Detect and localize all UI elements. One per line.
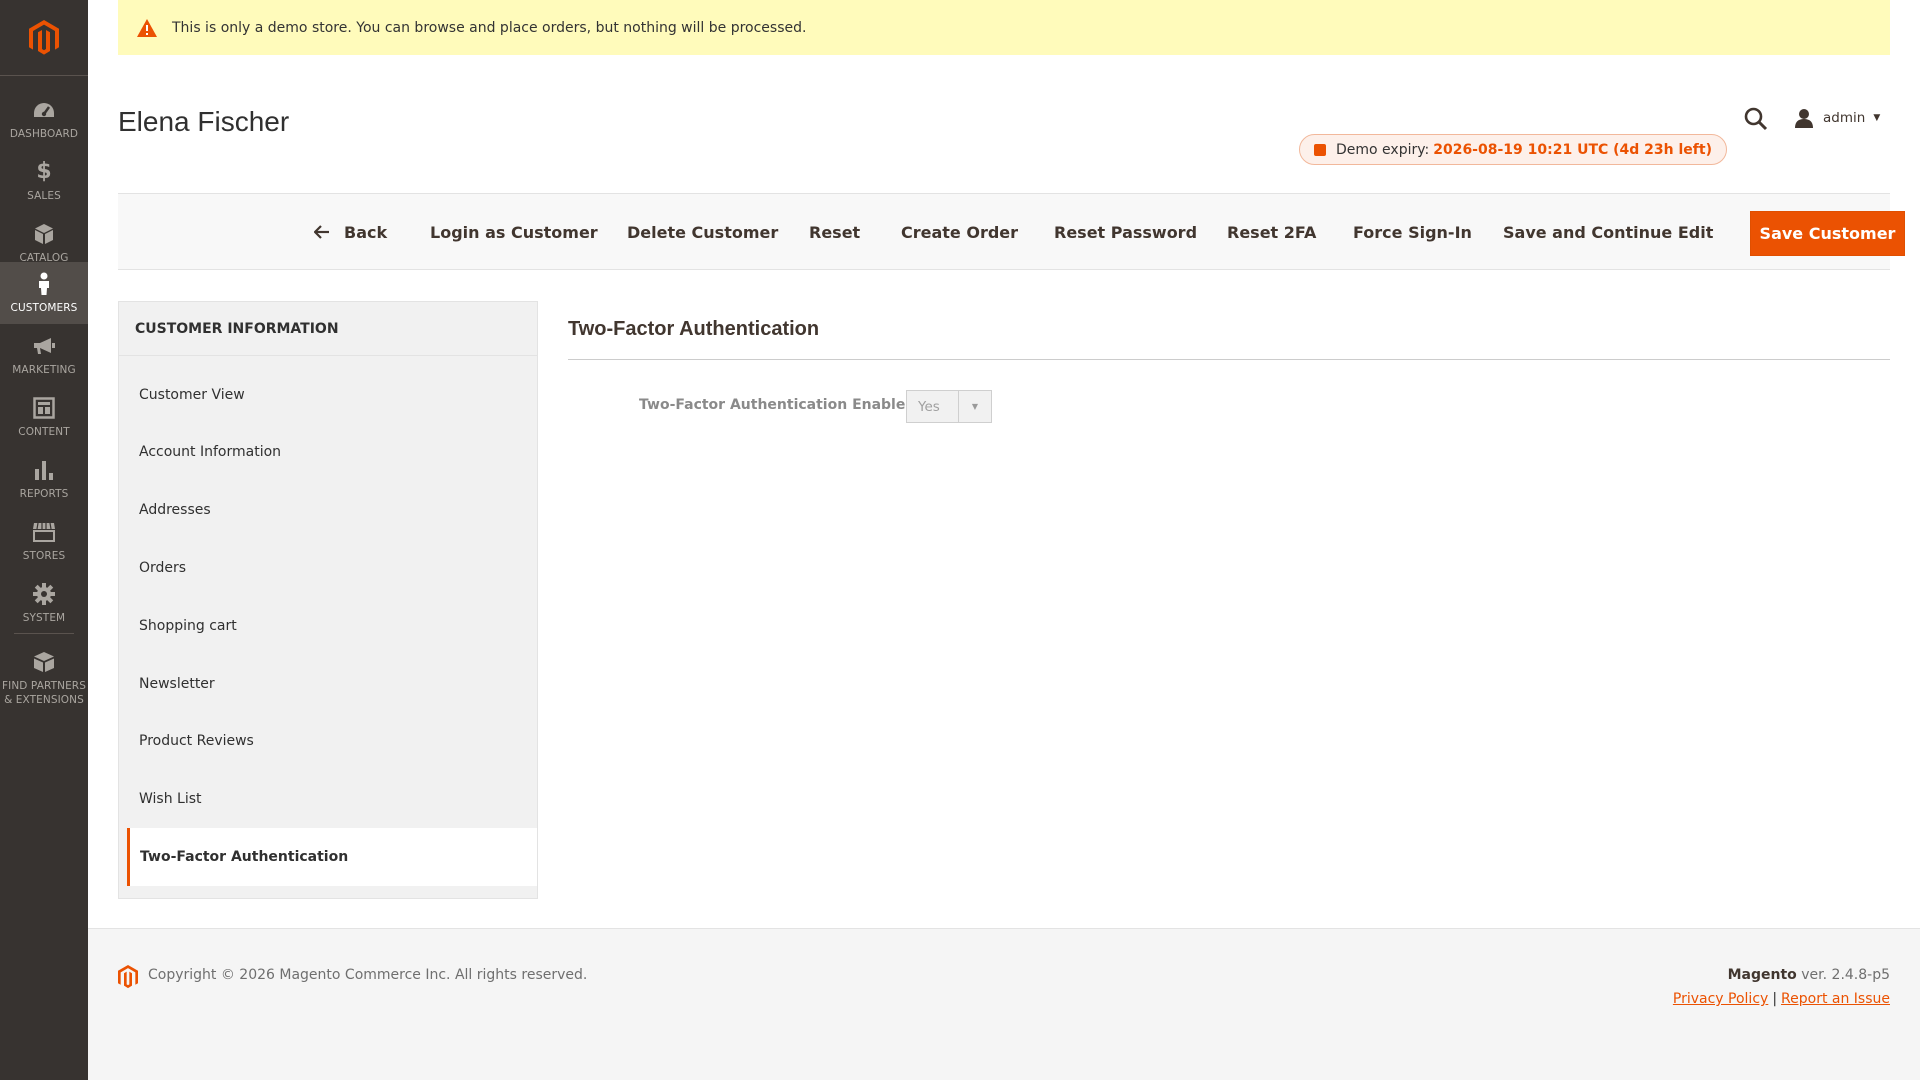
create-order-button[interactable]: Create Order <box>901 211 1018 253</box>
dollar-icon: $ <box>36 159 52 184</box>
user-icon <box>1795 109 1813 128</box>
link-separator: | <box>1772 991 1778 1007</box>
customer-info-tabs: Customer Information Customer View Accou… <box>118 301 538 899</box>
demo-expiry-badge: Demo expiry: 2026-08-19 10:21 UTC (4d 23… <box>1299 134 1727 165</box>
nav-marketing-label: Marketing <box>12 363 76 376</box>
magento-footer-logo-icon <box>118 965 138 993</box>
box-icon <box>32 650 56 674</box>
page-title: Elena Fischer <box>118 106 290 137</box>
section-title: Two-Factor Authentication <box>568 318 820 340</box>
tab-newsletter[interactable]: Newsletter <box>119 655 537 713</box>
two-factor-enabled-select[interactable]: Yes ▼ <box>906 390 992 423</box>
reset-button[interactable]: Reset <box>809 211 860 253</box>
version-number: ver. 2.4.8-p5 <box>1796 967 1890 983</box>
save-customer-button[interactable]: Save Customer <box>1750 211 1905 256</box>
nav-dashboard-label: Dashboard <box>9 127 79 140</box>
nav-sales[interactable]: $ Sales <box>0 150 88 212</box>
tab-product-reviews[interactable]: Product Reviews <box>119 712 537 770</box>
nav-system[interactable]: System <box>0 572 88 634</box>
tab-shopping-cart[interactable]: Shopping cart <box>119 597 537 655</box>
admin-user-menu[interactable]: admin ▼ <box>1794 106 1880 130</box>
expiry-label: Demo expiry: <box>1336 141 1430 158</box>
reset-2fa-button[interactable]: Reset 2FA <box>1227 211 1316 253</box>
tab-orders[interactable]: Orders <box>119 539 537 597</box>
copyright-text: Copyright © 2026 Magento Commerce Inc. A… <box>148 967 588 983</box>
nav-find-partners-label: Find Partners & Extensions <box>2 679 86 706</box>
arrow-left-icon <box>314 225 330 239</box>
tabs-heading: Customer Information <box>119 302 537 356</box>
megaphone-icon <box>32 334 56 358</box>
person-icon <box>32 272 56 296</box>
layout-icon <box>32 396 56 420</box>
nav-marketing[interactable]: Marketing <box>0 324 88 386</box>
nav-content[interactable]: Content <box>0 386 88 448</box>
nav-reports[interactable]: Reports <box>0 448 88 510</box>
gear-icon <box>32 582 56 606</box>
version-text: Magento ver. 2.4.8-p5 <box>1728 967 1890 983</box>
back-button[interactable]: Back <box>314 211 387 253</box>
magento-logo[interactable] <box>0 0 88 76</box>
nav-dashboard[interactable]: Dashboard <box>0 88 88 150</box>
nav-system-label: System <box>22 611 66 624</box>
nav-divider <box>14 633 74 634</box>
tab-customer-view[interactable]: Customer View <box>119 366 537 424</box>
dashboard-icon <box>32 98 56 122</box>
nav-customers-label: Customers <box>10 301 78 314</box>
tab-wish-list[interactable]: Wish List <box>119 770 537 828</box>
nav-content-label: Content <box>18 425 70 438</box>
search-icon <box>1744 107 1768 131</box>
tab-account-information[interactable]: Account Information <box>119 423 537 481</box>
privacy-policy-link[interactable]: Privacy Policy <box>1673 991 1768 1007</box>
section-divider <box>568 359 1890 360</box>
tab-two-factor-authentication[interactable]: Two-Factor Authentication <box>127 828 537 886</box>
page-actions-toolbar: Back Login as Customer Delete Customer R… <box>118 193 1905 270</box>
admin-username: admin <box>1823 110 1866 126</box>
tab-addresses[interactable]: Addresses <box>119 481 537 539</box>
login-as-customer-button[interactable]: Login as Customer <box>430 211 598 253</box>
demo-notice-text: This is only a demo store. You can brows… <box>172 19 807 36</box>
demo-store-notice: This is only a demo store. You can brows… <box>118 0 1890 55</box>
admin-sidebar: Dashboard $ Sales Catalog Customers Mark… <box>0 0 88 1080</box>
storefront-icon <box>32 520 56 544</box>
two-factor-enabled-label: Two-Factor Authentication Enabled <box>639 397 916 413</box>
global-search-button[interactable] <box>1743 106 1769 132</box>
nav-sales-label: Sales <box>27 189 61 202</box>
reset-password-button[interactable]: Reset Password <box>1054 211 1197 253</box>
report-issue-link[interactable]: Report an Issue <box>1781 991 1890 1007</box>
expiry-value: 2026-08-19 10:21 UTC (4d 23h left) <box>1433 141 1712 158</box>
back-button-label: Back <box>344 222 388 242</box>
force-sign-in-button[interactable]: Force Sign-In <box>1353 211 1472 253</box>
nav-stores[interactable]: Stores <box>0 510 88 572</box>
nav-reports-label: Reports <box>19 487 69 500</box>
main-area: This is only a demo store. You can brows… <box>88 0 1920 1080</box>
nav-stores-label: Stores <box>22 549 66 562</box>
page-footer: Copyright © 2026 Magento Commerce Inc. A… <box>88 928 1920 1080</box>
cube-icon <box>32 222 56 246</box>
chevron-down-icon: ▼ <box>958 391 991 422</box>
bar-chart-icon <box>32 458 56 482</box>
save-and-continue-button[interactable]: Save and Continue Edit <box>1503 211 1713 253</box>
chevron-down-icon: ▼ <box>1873 113 1881 123</box>
expiry-status-icon <box>1314 143 1326 156</box>
magento-logo-icon <box>29 19 59 55</box>
footer-links: Privacy Policy | Report an Issue <box>1673 991 1890 1007</box>
warning-icon <box>136 18 158 38</box>
delete-customer-button[interactable]: Delete Customer <box>627 211 778 253</box>
select-value: Yes <box>918 398 940 415</box>
nav-customers[interactable]: Customers <box>0 262 88 324</box>
nav-find-partners[interactable]: Find Partners & Extensions <box>0 640 88 716</box>
brand-name: Magento <box>1727 967 1797 983</box>
